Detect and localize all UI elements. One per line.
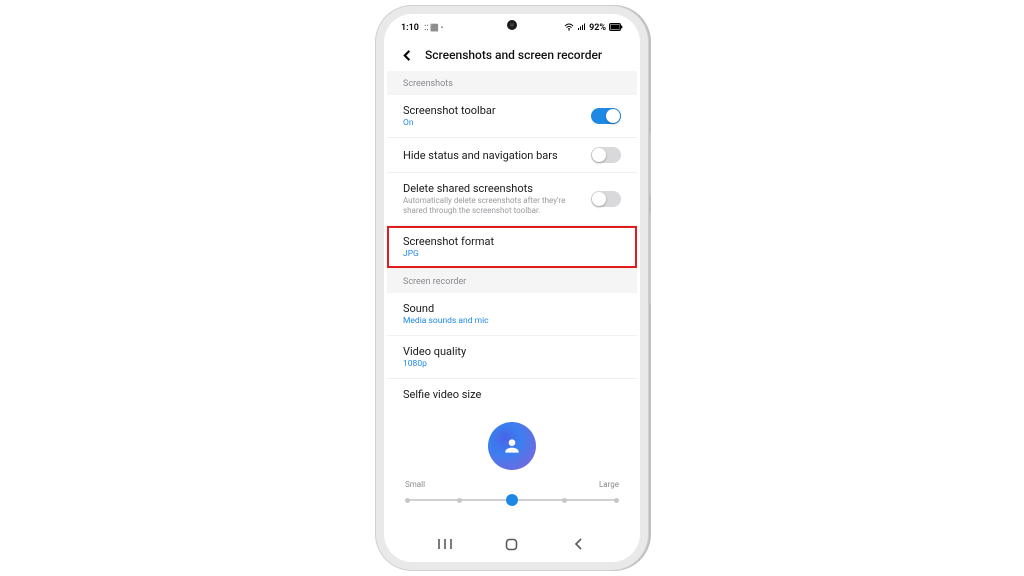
side-button	[648, 134, 651, 194]
status-notif-icons: ⁚⁚ ⬛ •	[424, 24, 443, 32]
row-sub: On	[403, 118, 583, 128]
settings-list: Screenshots Screenshot toolbar On Hide s…	[387, 71, 637, 529]
section-title-screenshots: Screenshots	[387, 71, 637, 95]
row-sub: JPG	[403, 249, 621, 259]
nav-recents-icon[interactable]	[436, 535, 454, 553]
toggle-hide-bars[interactable]	[591, 147, 621, 163]
row-label: Hide status and navigation bars	[403, 149, 583, 162]
row-label: Selfie video size	[403, 388, 621, 401]
row-video-quality[interactable]: Video quality 1080p	[387, 336, 637, 379]
slider-large-label: Large	[599, 480, 619, 489]
status-time-group: 1:10 ⁚⁚ ⬛ •	[401, 23, 443, 33]
size-slider[interactable]	[405, 493, 619, 507]
size-slider-row: Small Large	[387, 474, 637, 515]
signal-icon	[577, 23, 586, 34]
row-selfie-size[interactable]: Selfie video size	[387, 379, 637, 410]
row-screenshot-toolbar[interactable]: Screenshot toolbar On	[387, 95, 637, 138]
row-delete-shared[interactable]: Delete shared screenshots Automatically …	[387, 173, 637, 226]
navigation-bar	[387, 529, 637, 559]
slider-thumb[interactable]	[506, 494, 518, 506]
toggle-delete-shared[interactable]	[591, 191, 621, 207]
app-bar: Screenshots and screen recorder	[387, 39, 637, 71]
front-camera	[507, 20, 517, 30]
row-sub: Media sounds and mic	[403, 316, 621, 326]
row-label: Screenshot toolbar	[403, 104, 583, 117]
battery-percent: 92%	[589, 23, 606, 33]
back-button[interactable]	[399, 47, 415, 63]
row-label: Video quality	[403, 345, 621, 358]
section-title-recorder: Screen recorder	[387, 269, 637, 293]
battery-icon	[609, 23, 623, 34]
toggle-screenshot-toolbar[interactable]	[591, 108, 621, 124]
row-label: Delete shared screenshots	[403, 182, 583, 195]
row-desc: Automatically delete screenshots after t…	[403, 196, 583, 216]
row-sub: 1080p	[403, 359, 621, 369]
nav-back-icon[interactable]	[570, 535, 588, 553]
phone-frame: 1:10 ⁚⁚ ⬛ • 92% Screenshots and screen r…	[384, 14, 640, 562]
row-sound[interactable]: Sound Media sounds and mic	[387, 293, 637, 336]
avatar-icon	[488, 422, 536, 470]
page-title: Screenshots and screen recorder	[425, 48, 602, 62]
row-hide-bars[interactable]: Hide status and navigation bars	[387, 138, 637, 173]
status-time: 1:10	[401, 23, 419, 33]
row-label: Sound	[403, 302, 621, 315]
selfie-preview	[387, 410, 637, 474]
screen: 1:10 ⁚⁚ ⬛ • 92% Screenshots and screen r…	[387, 17, 637, 559]
nav-home-icon[interactable]	[503, 535, 521, 553]
wifi-icon	[564, 23, 574, 34]
side-button	[648, 214, 651, 304]
slider-small-label: Small	[405, 480, 425, 489]
row-screenshot-format[interactable]: Screenshot format JPG	[387, 226, 637, 269]
row-label: Screenshot format	[403, 235, 621, 248]
